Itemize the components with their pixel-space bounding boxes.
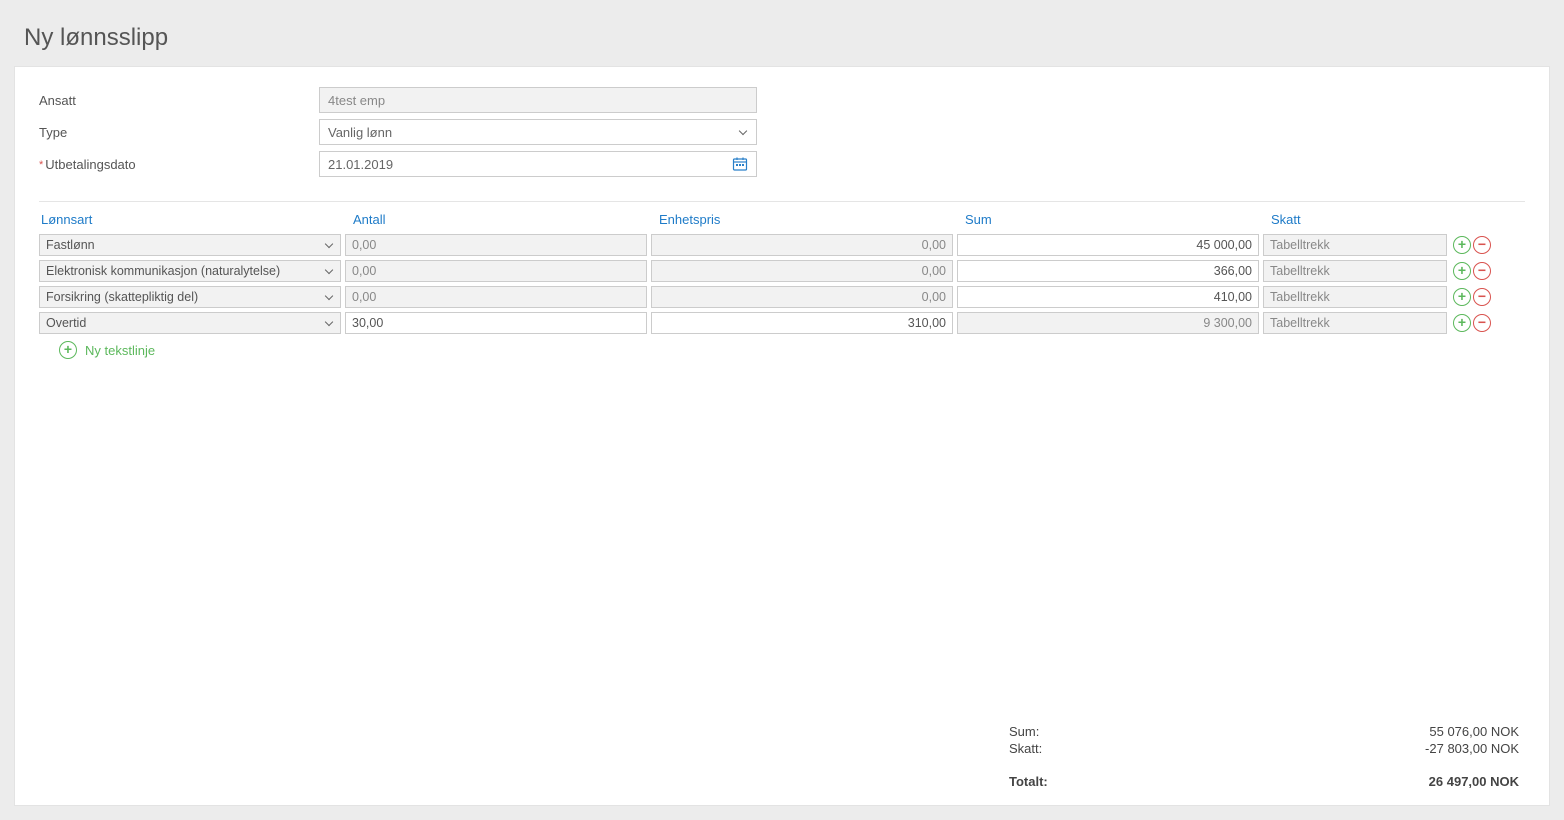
grid-body: Fastlønn0,000,0045 000,00Tabelltrekk+−El… — [39, 233, 1525, 335]
calendar-icon[interactable] — [732, 156, 748, 172]
cell-lonnsart-value: Forsikring (skattepliktig del) — [46, 290, 198, 304]
add-text-line-label: Ny tekstlinje — [85, 343, 155, 358]
cell-antall: 0,00 — [345, 234, 647, 256]
total-sum-value: 55 076,00 NOK — [1429, 724, 1519, 739]
cell-skatt: Tabelltrekk — [1263, 312, 1447, 334]
cell-sum[interactable]: 366,00 — [957, 260, 1259, 282]
header-enhetspris: Enhetspris — [651, 212, 957, 227]
total-skatt-value: -27 803,00 NOK — [1425, 741, 1519, 756]
select-type[interactable]: Vanlig lønn — [319, 119, 757, 145]
cell-lonnsart-select[interactable]: Forsikring (skattepliktig del) — [39, 286, 341, 308]
chevron-down-icon — [738, 127, 748, 137]
total-totalt-line: Totalt: 26 497,00 NOK — [1009, 774, 1519, 789]
cell-enhetspris: 0,00 — [651, 260, 953, 282]
total-totalt-label: Totalt: — [1009, 774, 1048, 789]
cell-lonnsart-select[interactable]: Fastlønn — [39, 234, 341, 256]
header-antall: Antall — [345, 212, 651, 227]
remove-row-button[interactable]: − — [1473, 262, 1491, 280]
remove-row-button[interactable]: − — [1473, 236, 1491, 254]
label-type: Type — [39, 125, 319, 140]
row-actions: +− — [1453, 236, 1491, 254]
chevron-down-icon — [324, 266, 334, 276]
cell-lonnsart-value: Fastlønn — [46, 238, 95, 252]
label-date: *Utbetalingsdato — [39, 157, 319, 172]
chevron-down-icon — [324, 318, 334, 328]
cell-skatt: Tabelltrekk — [1263, 260, 1447, 282]
row-ansatt: Ansatt 4test emp — [39, 87, 1525, 113]
plus-icon: + — [59, 341, 77, 359]
cell-sum[interactable]: 410,00 — [957, 286, 1259, 308]
cell-skatt: Tabelltrekk — [1263, 286, 1447, 308]
label-ansatt: Ansatt — [39, 93, 319, 108]
label-date-text: Utbetalingsdato — [45, 157, 135, 172]
table-row: Overtid 30,00310,009 300,00Tabelltrekk +− — [39, 311, 1525, 335]
add-row-button[interactable]: + — [1453, 314, 1471, 332]
row-actions: +− — [1453, 262, 1491, 280]
total-totalt-value: 26 497,00 NOK — [1429, 774, 1519, 789]
select-type-value: Vanlig lønn — [328, 125, 392, 140]
totals-block: Sum: 55 076,00 NOK Skatt: -27 803,00 NOK… — [39, 724, 1525, 791]
total-sum-line: Sum: 55 076,00 NOK — [1009, 724, 1519, 739]
input-ansatt-value: 4test emp — [328, 93, 385, 108]
row-actions: +− — [1453, 314, 1491, 332]
add-row-button[interactable]: + — [1453, 236, 1471, 254]
cell-lonnsart-value: Overtid — [46, 316, 86, 330]
total-sum-label: Sum: — [1009, 724, 1039, 739]
chevron-down-icon — [324, 292, 334, 302]
input-date[interactable]: 21.01.2019 — [319, 151, 757, 177]
cell-enhetspris[interactable]: 310,00 — [651, 312, 953, 334]
table-row: Elektronisk kommunikasjon (naturalytelse… — [39, 259, 1525, 283]
grid-header: Lønnsart Antall Enhetspris Sum Skatt — [39, 212, 1525, 233]
total-skatt-line: Skatt: -27 803,00 NOK — [1009, 741, 1519, 756]
remove-row-button[interactable]: − — [1473, 288, 1491, 306]
table-row: Fastlønn0,000,0045 000,00Tabelltrekk+− — [39, 233, 1525, 257]
header-sum: Sum — [957, 212, 1263, 227]
cell-antall: 0,00 — [345, 260, 647, 282]
cell-enhetspris: 0,00 — [651, 234, 953, 256]
add-row-button[interactable]: + — [1453, 262, 1471, 280]
header-skatt: Skatt — [1263, 212, 1449, 227]
required-asterisk: * — [39, 159, 43, 171]
cell-skatt: Tabelltrekk — [1263, 234, 1447, 256]
payslip-panel: Ansatt 4test emp Type Vanlig lønn *Utbet… — [14, 66, 1550, 806]
header-lonnsart: Lønnsart — [39, 212, 345, 227]
remove-row-button[interactable]: − — [1473, 314, 1491, 332]
page-title: Ny lønnsslipp — [0, 0, 1564, 66]
cell-sum[interactable]: 45 000,00 — [957, 234, 1259, 256]
total-skatt-label: Skatt: — [1009, 741, 1042, 756]
add-text-line-button[interactable]: + Ny tekstlinje — [39, 341, 1525, 359]
add-row-button[interactable]: + — [1453, 288, 1471, 306]
cell-lonnsart-select[interactable]: Elektronisk kommunikasjon (naturalytelse… — [39, 260, 341, 282]
input-date-value: 21.01.2019 — [328, 157, 393, 172]
cell-antall[interactable]: 30,00 — [345, 312, 647, 334]
table-row: Forsikring (skattepliktig del)0,000,0041… — [39, 285, 1525, 309]
cell-sum: 9 300,00 — [957, 312, 1259, 334]
chevron-down-icon — [324, 240, 334, 250]
row-actions: +− — [1453, 288, 1491, 306]
cell-lonnsart-value: Elektronisk kommunikasjon (naturalytelse… — [46, 264, 280, 278]
row-date: *Utbetalingsdato 21.01.2019 — [39, 151, 1525, 177]
input-ansatt[interactable]: 4test emp — [319, 87, 757, 113]
divider — [39, 201, 1525, 202]
cell-lonnsart-select[interactable]: Overtid — [39, 312, 341, 334]
cell-antall: 0,00 — [345, 286, 647, 308]
cell-enhetspris: 0,00 — [651, 286, 953, 308]
row-type: Type Vanlig lønn — [39, 119, 1525, 145]
